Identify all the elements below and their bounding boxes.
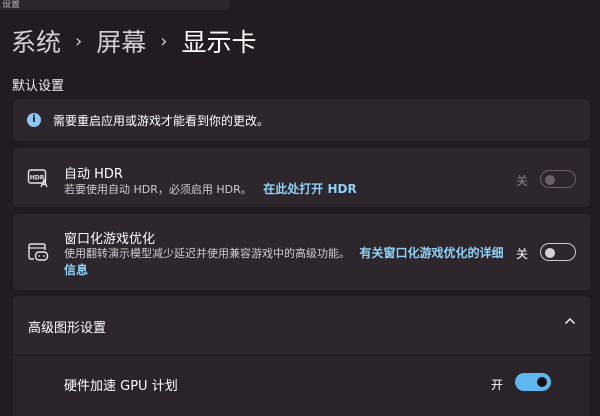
info-icon: i (27, 113, 41, 127)
chevron-right-icon: › (160, 30, 168, 52)
toggle-knob (545, 175, 555, 185)
gpu-scheduling-title: 硬件加速 GPU 计划 (64, 379, 178, 394)
settings-page: 设置 系统 › 屏幕 › 显示卡 默认设置 i 需要重启应用或游戏才能看到你的更… (0, 0, 600, 416)
toggle-knob (545, 248, 555, 258)
auto-hdr-toggle[interactable] (540, 170, 576, 188)
windowed-games-card: 窗口化游戏优化 使用翻转演示模型减少延迟并使用兼容游戏中的高级功能。 有关窗口化… (13, 214, 590, 290)
windowed-games-toggle[interactable] (540, 243, 576, 261)
gpu-scheduling-toggle[interactable] (515, 373, 551, 391)
restart-info-card: i 需要重启应用或游戏才能看到你的更改。 (13, 99, 590, 141)
auto-hdr-desc-text: 若要使用自动 HDR，必须启用 HDR。 (64, 183, 252, 196)
windowed-games-desc: 使用翻转演示模型减少延迟并使用兼容游戏中的高级功能。 有关窗口化游戏优化的详细信… (64, 245, 509, 279)
windowed-games-desc-text: 使用翻转演示模型减少延迟并使用兼容游戏中的高级功能。 (64, 247, 350, 260)
gpu-scheduling-state-label: 开 (491, 378, 504, 392)
chevron-right-icon: › (75, 30, 83, 52)
breadcrumb-display[interactable]: 屏幕 (96, 23, 146, 59)
windowed-game-icon (28, 243, 49, 261)
auto-hdr-desc: 若要使用自动 HDR，必须启用 HDR。 在此处打开 HDR (64, 181, 357, 198)
chevron-up-icon[interactable] (564, 315, 576, 327)
page-title: 显示卡 (181, 28, 257, 57)
gpu-scheduling-card: 硬件加速 GPU 计划 开 (13, 356, 590, 416)
open-hdr-link[interactable]: 在此处打开 HDR (263, 182, 356, 196)
section-title: 默认设置 (12, 79, 65, 94)
windowed-games-state-label: 关 (516, 247, 529, 261)
restart-info-text: 需要重启应用或游戏才能看到你的更改。 (53, 114, 270, 128)
breadcrumb-system[interactable]: 系统 (11, 23, 61, 59)
hdr-icon: HDR (27, 169, 48, 188)
window-title: 设置 (2, 0, 21, 10)
breadcrumb: 系统 › 屏幕 › 显示卡 (11, 24, 256, 58)
advanced-graphics-header[interactable]: 高级图形设置 (13, 296, 590, 354)
svg-text:HDR: HDR (30, 175, 45, 182)
advanced-graphics-title: 高级图形设置 (28, 321, 107, 336)
auto-hdr-state-label: 关 (516, 174, 529, 188)
auto-hdr-card: HDR 自动 HDR 若要使用自动 HDR，必须启用 HDR。 在此处打开 HD… (13, 148, 590, 207)
auto-hdr-title: 自动 HDR (64, 167, 123, 182)
toggle-knob (537, 377, 547, 387)
title-bar: 设置 (0, 0, 230, 10)
